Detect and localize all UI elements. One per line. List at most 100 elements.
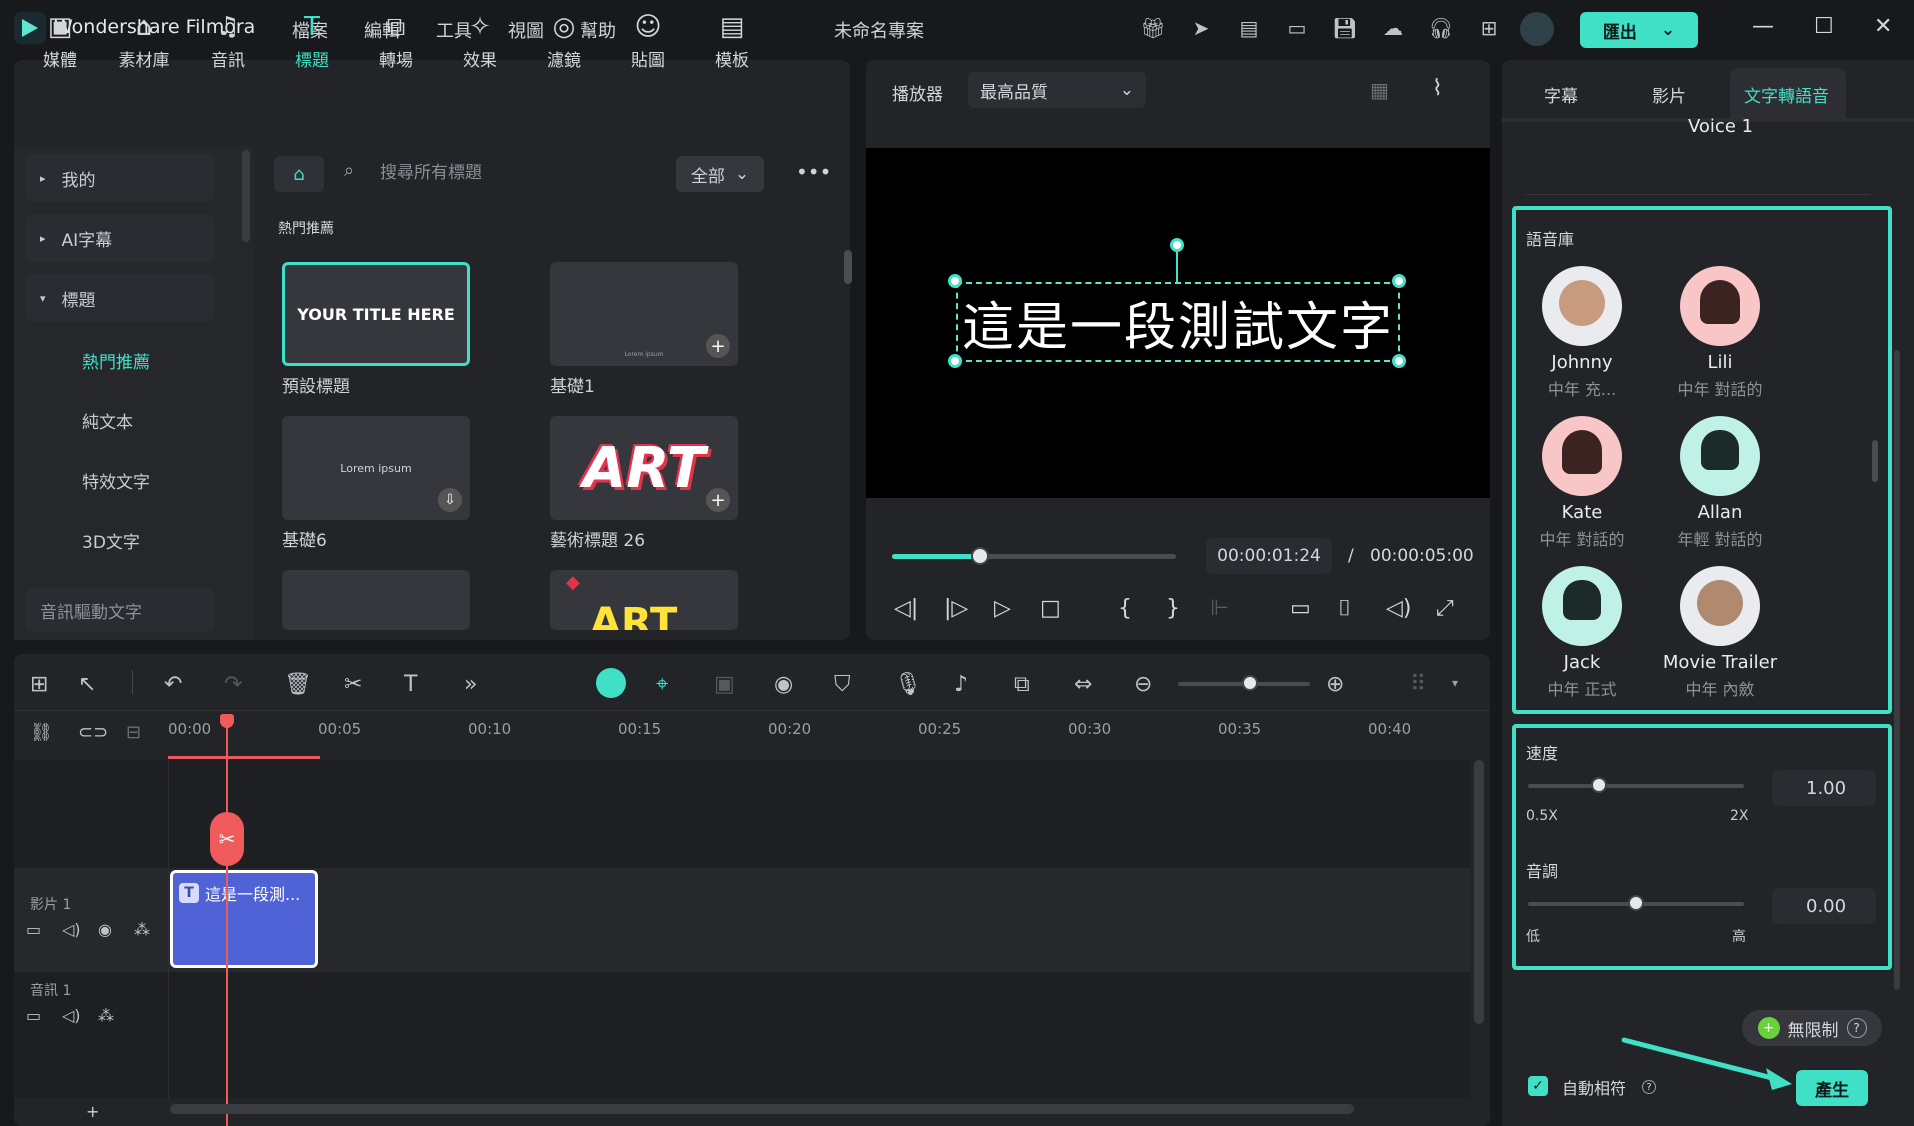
timeline-vscroll[interactable]: [1474, 760, 1484, 1024]
playhead-top[interactable]: [220, 714, 234, 728]
undo-icon[interactable]: ↶: [164, 672, 182, 697]
sidebar-item-ai-caption[interactable]: ▸ AI字幕: [26, 214, 214, 262]
cloud-icon[interactable]: ☁: [1380, 16, 1406, 40]
cut-icon[interactable]: ✂: [344, 672, 362, 697]
marker-icon[interactable]: ⊩: [1210, 596, 1229, 621]
zoom-knob[interactable]: [1242, 675, 1258, 691]
pitch-slider[interactable]: [1528, 895, 1744, 911]
progress-knob[interactable]: [971, 547, 990, 565]
eye-icon[interactable]: ◉: [98, 920, 112, 939]
zoom-in-icon[interactable]: ⊕: [1326, 672, 1344, 697]
help-icon[interactable]: ?: [1846, 1018, 1867, 1038]
fit-icon[interactable]: ⇔: [1074, 672, 1092, 697]
tab-stickers[interactable]: ☺ 貼圖: [612, 8, 684, 71]
thumb-partial-1[interactable]: [282, 570, 470, 630]
tab-titles[interactable]: T 標題: [276, 8, 348, 71]
feedback-icon[interactable]: ▤: [1236, 16, 1262, 40]
progress-track[interactable]: [892, 547, 1176, 565]
resize-handle-bl[interactable]: [948, 354, 962, 368]
sidebar-item-mine[interactable]: ▸ 我的: [26, 154, 214, 202]
volume-icon[interactable]: ◁): [62, 1006, 81, 1025]
thumb-art26[interactable]: ART +: [550, 416, 738, 520]
voice-avatar-kate[interactable]: [1542, 416, 1622, 496]
scissors-icon[interactable]: ✂: [210, 812, 244, 866]
add-track-button[interactable]: +: [86, 1102, 99, 1121]
thumb-partial-2[interactable]: ◆ ART: [550, 570, 738, 630]
sidebar-sub-plain[interactable]: 純文本: [82, 408, 133, 433]
avatar[interactable]: [1520, 12, 1554, 46]
tab-effects[interactable]: ✧ 效果: [444, 8, 516, 71]
link-icon[interactable]: ⛓: [30, 722, 53, 743]
current-time[interactable]: 00:00:01:24: [1206, 538, 1332, 574]
track-settings-icon[interactable]: ⊟: [126, 722, 141, 743]
tab-media[interactable]: ▣ 媒體: [24, 8, 96, 71]
grid-icon[interactable]: ⊞: [1476, 16, 1502, 40]
pitch-knob[interactable]: [1628, 895, 1644, 911]
rotate-handle[interactable]: [1170, 238, 1184, 252]
display-icon[interactable]: ▭: [1290, 596, 1311, 621]
magic-icon[interactable]: ⁂: [134, 920, 150, 939]
add-icon[interactable]: +: [706, 334, 730, 358]
media-scrollbar[interactable]: [844, 250, 852, 284]
tab-transitions[interactable]: ⧉ 轉場: [360, 8, 432, 72]
next-frame-icon[interactable]: |▷: [944, 596, 968, 621]
caption-text[interactable]: 這是一段測試文字: [956, 282, 1400, 362]
sidebar-sub-3d[interactable]: 3D文字: [82, 528, 140, 553]
snapshot-icon[interactable]: ⌷: [1338, 596, 1351, 621]
shield-icon[interactable]: ⛉: [834, 672, 851, 697]
grid-handle-icon[interactable]: ⠿: [1410, 672, 1426, 697]
chevron-down-icon[interactable]: ▾: [1452, 676, 1458, 690]
snap-icon[interactable]: ⌖: [656, 672, 668, 697]
gift-icon[interactable]: 🎁︎: [1140, 16, 1166, 40]
auto-match-checkbox[interactable]: ✓: [1528, 1076, 1548, 1096]
tab-templates[interactable]: ▤ 模板: [696, 8, 768, 71]
store-icon[interactable]: ⌂: [274, 156, 324, 192]
mark-out-icon[interactable]: }: [1166, 596, 1180, 621]
headset-icon[interactable]: 🎧︎: [1428, 16, 1454, 40]
play-icon[interactable]: ▷: [994, 596, 1011, 621]
resize-handle-br[interactable]: [1392, 354, 1406, 368]
thumb-default-title[interactable]: YOUR TITLE HERE: [282, 262, 470, 366]
tab-filters[interactable]: ◎ 濾鏡: [528, 8, 600, 71]
voice-avatar-jack[interactable]: [1542, 566, 1622, 646]
monitor-icon[interactable]: ▭: [1284, 16, 1310, 40]
chain-icon[interactable]: ⊂⊃: [78, 722, 108, 743]
folder-icon[interactable]: ▭: [26, 1006, 41, 1025]
proxy-icon[interactable]: ⧉: [1014, 672, 1030, 697]
mark-in-icon[interactable]: {: [1118, 596, 1132, 621]
select-tool-icon[interactable]: ↖: [78, 672, 96, 697]
speed-slider[interactable]: [1528, 777, 1744, 793]
tab-stock[interactable]: ⌂ 素材庫: [108, 8, 180, 71]
resize-handle-tl[interactable]: [948, 274, 962, 288]
thumb-basic6[interactable]: Lorem ipsum ⇩: [282, 416, 470, 520]
timeline-hscroll[interactable]: [170, 1104, 1354, 1114]
waveform-icon[interactable]: ⌇: [1432, 76, 1443, 101]
folder-icon[interactable]: ▭: [26, 920, 41, 939]
ai-icon[interactable]: [596, 668, 626, 698]
sidebar-sub-hot[interactable]: 熱門推薦: [82, 348, 150, 373]
prev-frame-icon[interactable]: ◁|: [894, 596, 918, 621]
tab-audio[interactable]: ♫ 音訊: [192, 8, 264, 71]
text-tool-icon[interactable]: T: [404, 672, 417, 697]
download-icon[interactable]: ⇩: [438, 488, 462, 512]
save-icon[interactable]: 💾︎: [1332, 16, 1358, 40]
voice-avatar-lili[interactable]: [1680, 266, 1760, 346]
stop-icon[interactable]: □: [1040, 596, 1061, 621]
sidebar-item-audio-text[interactable]: 音訊驅動文字: [26, 588, 214, 632]
sidebar-scrollbar[interactable]: [242, 150, 250, 242]
sidebar-sub-effect-text[interactable]: 特效文字: [82, 468, 150, 493]
quality-dropdown[interactable]: 最高品質 ⌄: [968, 72, 1146, 108]
close-icon[interactable]: ✕: [1874, 14, 1892, 39]
volume-icon[interactable]: ◁): [1386, 596, 1412, 621]
filter-dropdown[interactable]: 全部 ⌄: [676, 156, 764, 192]
playhead-line[interactable]: [226, 714, 228, 1126]
minimize-icon[interactable]: —: [1752, 14, 1774, 39]
audio-mix-icon[interactable]: ♪: [954, 672, 968, 697]
grid-view-icon[interactable]: ▦: [1370, 78, 1389, 102]
search-input[interactable]: 搜尋所有標題: [380, 158, 482, 183]
tab-subtitle[interactable]: 字幕: [1544, 82, 1578, 107]
maximize-icon[interactable]: ☐: [1814, 14, 1834, 39]
resize-handle-tr[interactable]: [1392, 274, 1406, 288]
redo-icon[interactable]: ↷: [224, 672, 242, 697]
export-button[interactable]: 匯出 ⌄: [1580, 12, 1698, 48]
